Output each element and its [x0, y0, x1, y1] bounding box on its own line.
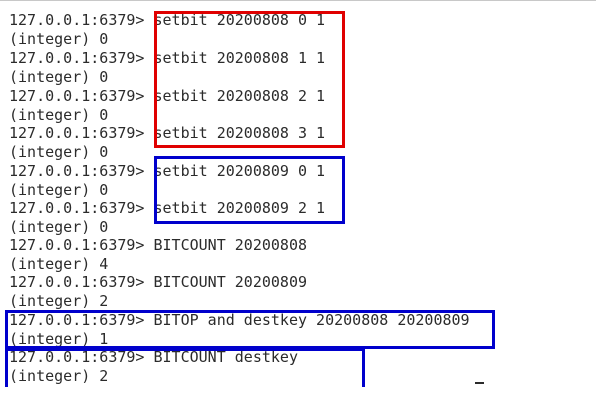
terminal-output: (integer) 0 — [9, 218, 109, 236]
terminal-output: (integer) 0 — [9, 181, 109, 199]
terminal-output: (integer) 0 — [9, 30, 109, 48]
terminal-output: (integer) 4 — [9, 255, 109, 273]
cli-command: BITCOUNT 20200809 — [153, 273, 308, 291]
cli-prompt: 127.0.0.1:6379> — [9, 87, 154, 105]
cli-prompt: 127.0.0.1:6379> — [9, 49, 154, 67]
cli-prompt: 127.0.0.1:6379> — [9, 162, 154, 180]
terminal-line: 127.0.0.1:6379> BITCOUNT 20200808 — [9, 236, 307, 255]
cli-prompt: 127.0.0.1:6379> — [9, 273, 154, 291]
highlight-box-blue-setbit — [154, 156, 345, 224]
cli-prompt: 127.0.0.1:6379> — [9, 236, 154, 254]
cli-command: BITCOUNT 20200808 — [153, 236, 308, 254]
terminal-output: (integer) 0 — [9, 106, 109, 124]
highlight-box-blue-bitop — [5, 310, 495, 349]
terminal-line: 127.0.0.1:6379> BITCOUNT 20200809 — [9, 273, 307, 292]
text-cursor — [475, 382, 484, 384]
highlight-box-blue-bitcount — [5, 348, 365, 387]
redis-cli-terminal[interactable]: 127.0.0.1:6379> setbit 20200808 0 1 (int… — [0, 0, 596, 387]
highlight-box-red — [154, 11, 345, 148]
cli-prompt: 127.0.0.1:6379> — [9, 11, 154, 29]
terminal-output: (integer) 2 — [9, 292, 109, 310]
terminal-output: (integer) 0 — [9, 68, 109, 86]
cli-prompt: 127.0.0.1:6379> — [9, 199, 154, 217]
terminal-output: (integer) 0 — [9, 143, 109, 161]
cli-prompt: 127.0.0.1:6379> — [9, 124, 154, 142]
